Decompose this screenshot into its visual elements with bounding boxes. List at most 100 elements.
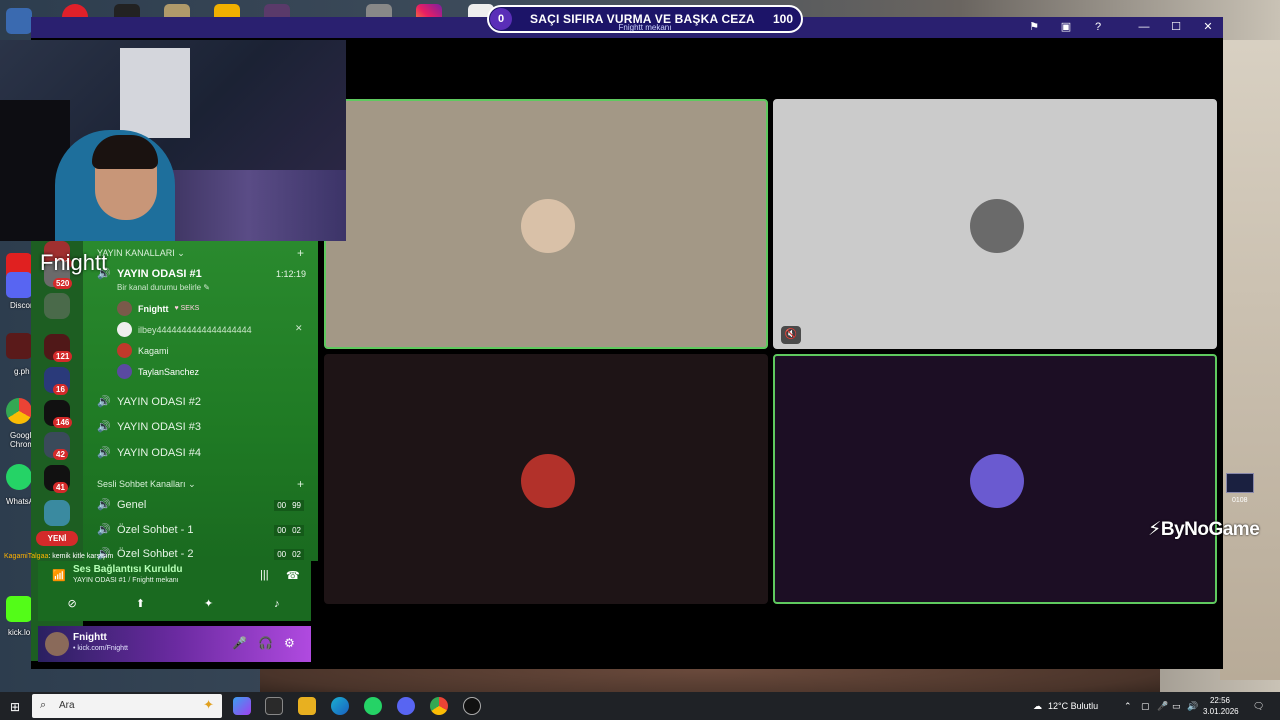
volume-icon[interactable]: 🔊	[1187, 692, 1198, 720]
mention-badge: 41	[53, 482, 68, 493]
tray-chevron-icon[interactable]: ⌃	[1124, 692, 1132, 720]
user-count: 00 02	[274, 525, 304, 536]
channel-item[interactable]: 🔊 YAYIN ODASI #2	[97, 395, 307, 409]
server-icon[interactable]	[44, 293, 70, 319]
search-icon: ⌕	[40, 699, 47, 711]
whatsapp-desktop-icon[interactable]	[6, 464, 32, 490]
video-tile[interactable]	[324, 99, 768, 349]
video-tile[interactable]	[773, 354, 1217, 604]
category-streams[interactable]: YAYIN KANALLARI ⌄	[97, 248, 185, 259]
disconnect-icon[interactable]: ☎	[286, 569, 300, 582]
network-icon[interactable]: ▭	[1172, 692, 1181, 720]
participant-avatar	[970, 199, 1024, 253]
soundboard-button[interactable]: ♪	[247, 595, 307, 613]
mention-badge: 146	[53, 417, 73, 428]
user-count: 00 02	[274, 549, 304, 560]
chrome-icon[interactable]	[430, 697, 448, 715]
desktop-thumbnail-icon[interactable]	[1226, 473, 1254, 493]
signal-icon[interactable]: 📶	[52, 569, 66, 582]
user-name[interactable]: Fnightt	[73, 632, 107, 643]
activities-button[interactable]: ✦	[179, 595, 239, 613]
windows-start-icon[interactable]: ⊞	[10, 700, 20, 714]
video-tile[interactable]: 🔇	[773, 99, 1217, 349]
speaker-icon: 🔊	[97, 396, 111, 408]
voice-channel-path[interactable]: YAYIN ODASI #1 / Fnightt mekanı	[73, 577, 179, 584]
muted-mic-icon: 🔇	[781, 326, 801, 344]
webcam-name-label: Fnightt	[40, 250, 108, 275]
participant-avatar	[521, 199, 575, 253]
avatar[interactable]	[45, 632, 69, 656]
voice-member[interactable]: Kagami	[117, 343, 169, 358]
search-highlight-icon: ✦	[203, 697, 214, 712]
minimize-icon[interactable]: —	[1137, 20, 1151, 34]
mention-badge: 16	[53, 384, 68, 395]
streamer-hair	[92, 135, 158, 169]
edge-icon[interactable]	[331, 697, 349, 715]
store-icon[interactable]	[265, 697, 283, 715]
screen-share-icon[interactable]: ▣	[1059, 20, 1073, 34]
noise-suppression-icon[interactable]: |||	[260, 569, 269, 581]
channel-item[interactable]: 🔊 YAYIN ODASI #4	[97, 446, 307, 460]
speaker-icon: 🔊	[97, 447, 111, 459]
discord-desktop-icon[interactable]	[6, 272, 32, 298]
settings-gear-icon[interactable]: ⚙	[284, 636, 295, 650]
discord-icon[interactable]	[397, 697, 415, 715]
inbox-flag-icon[interactable]: ⚑	[1027, 20, 1041, 34]
channel-item[interactable]: 🔊 YAYIN ODASI #3	[97, 420, 307, 434]
mention-badge: 121	[53, 351, 73, 362]
voice-status[interactable]: Ses Bağlantısı Kuruldu	[73, 564, 182, 575]
member-avatar	[117, 322, 132, 337]
member-avatar	[117, 301, 132, 316]
desktop-thumbnail-label: 0108	[1232, 497, 1248, 504]
screen-share-button[interactable]: ⬆	[110, 595, 170, 613]
maximize-icon[interactable]: ☐	[1169, 20, 1183, 34]
app-desktop-icon[interactable]	[6, 333, 32, 359]
webcam-overlay	[0, 40, 346, 241]
taskbar-search[interactable]: ⌕ Ara ✦	[32, 694, 222, 718]
speaker-icon: 🔊	[97, 421, 111, 433]
speaker-icon: 🔊	[97, 499, 111, 511]
server-icon[interactable]	[44, 500, 70, 526]
member-avatar	[117, 343, 132, 358]
voice-member[interactable]: ilbey4444444444444444444	[117, 322, 252, 337]
recycle-bin-icon[interactable]	[6, 8, 32, 34]
bynogame-watermark: ⚡ByNoGame	[1148, 519, 1260, 540]
banner-subtitle: Fnightt mekanı	[618, 23, 672, 32]
video-tile[interactable]	[324, 354, 768, 604]
muted-icon: ✕	[295, 323, 303, 333]
new-badge[interactable]: YENİ	[36, 531, 78, 546]
channel-sidebar: YAYIN KANALLARI ⌄ + 🔊 YAYIN ODASI #1 1:1…	[83, 241, 318, 561]
microphone-icon[interactable]: 🎤	[232, 636, 247, 650]
participant-avatar	[521, 454, 575, 508]
close-icon[interactable]: ✕	[1201, 20, 1215, 34]
channel-timer: 1:12:19	[275, 269, 306, 279]
member-tag: ♥ SEKS	[174, 305, 200, 312]
desktop-photo-wall	[1220, 40, 1280, 680]
taskbar: ⊞ ⌕ Ara ✦ ☁ 12°C Bulutlu ⌃ ▢ 🎤 ▭ 🔊 22:56…	[0, 692, 1280, 720]
chrome-desktop-icon[interactable]	[6, 398, 32, 424]
kick-desktop-icon[interactable]	[6, 596, 32, 622]
voice-member[interactable]: TaylanSanchez	[117, 364, 199, 379]
file-explorer-icon[interactable]	[298, 697, 316, 715]
camera-off-button[interactable]: ⊘	[42, 595, 102, 613]
channel-status[interactable]: Bir kanal durumu belirle ✎	[117, 283, 210, 292]
tray-mic-icon[interactable]: 🎤	[1157, 692, 1168, 720]
weather-widget[interactable]: ☁ 12°C Bulutlu	[1033, 692, 1098, 720]
user-count: 00 99	[274, 500, 304, 511]
add-channel-icon[interactable]: +	[297, 477, 304, 491]
tray-app-icon[interactable]: ▢	[1141, 692, 1150, 720]
participant-avatar	[970, 454, 1024, 508]
notifications-icon[interactable]: 🗨	[1253, 692, 1264, 720]
category-voice[interactable]: Sesli Sohbet Kanalları ⌄	[97, 479, 196, 490]
desktop-label-kick: kick.lo	[8, 628, 31, 637]
obs-icon[interactable]	[463, 697, 481, 715]
mention-badge: 520	[53, 278, 73, 289]
desktop-label-gph: g.ph	[14, 367, 30, 376]
whatsapp-icon[interactable]	[364, 697, 382, 715]
add-channel-icon[interactable]: +	[297, 246, 304, 260]
system-clock[interactable]: 22:56 3.01.2026	[1203, 695, 1239, 717]
copilot-icon[interactable]	[233, 697, 251, 715]
voice-member[interactable]: Fnightt ♥ SEKS	[117, 301, 199, 316]
help-icon[interactable]: ?	[1091, 20, 1105, 34]
headphones-icon[interactable]: 🎧	[258, 636, 273, 650]
